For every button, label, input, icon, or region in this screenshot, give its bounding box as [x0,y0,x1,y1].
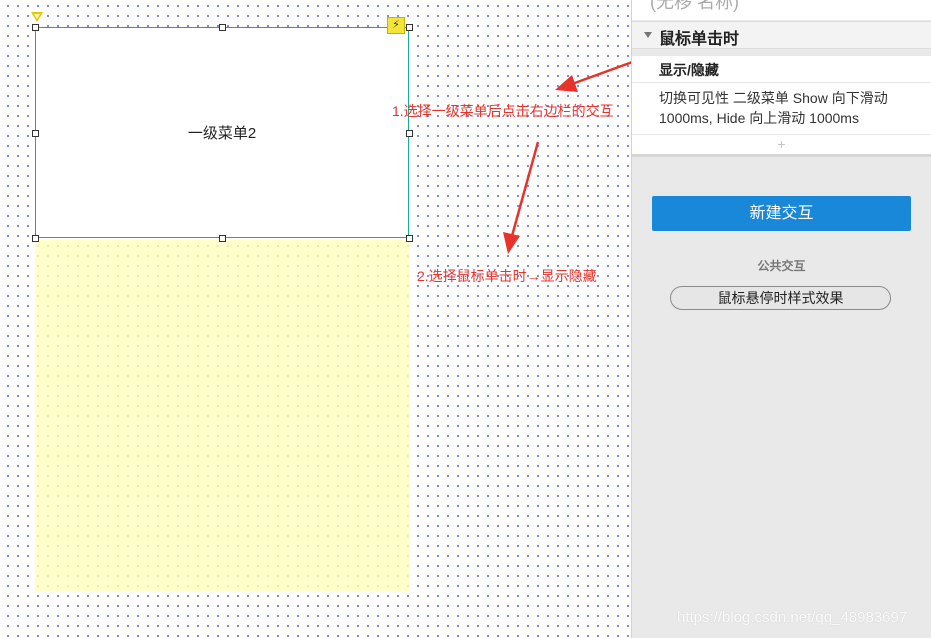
resize-handle-b[interactable] [219,235,226,242]
annotation-step2: 2.选择鼠标单击时→显示隐藏 [417,268,597,284]
flag-icon [31,12,43,22]
event-onclick-header[interactable]: 鼠标单击时 [632,21,931,49]
resize-handle-l[interactable] [32,130,39,137]
panel-divider [632,154,931,157]
resize-handle-t[interactable] [219,24,226,31]
plus-icon[interactable]: + [777,136,785,152]
common-interaction-label: 公共交互 [757,259,806,273]
panel-header-cut: (无移 名称) [632,0,931,20]
action-detail[interactable]: 切换可见性 二级菜单 Show 向下滑动 1000ms, Hide 向上滑动 1… [659,88,921,128]
dynamic-panel-area[interactable] [35,239,409,591]
interaction-panel: (无移 名称) 鼠标单击时 显示/隐藏 切换可见性 二级菜单 Show 向下滑动… [631,0,931,638]
new-interaction-button[interactable]: 新建交互 [652,196,911,231]
design-canvas[interactable]: 一级菜单2 ⚡ [0,0,632,638]
hover-style-button[interactable]: 鼠标悬停时样式效果 [670,286,891,310]
watermark: https://blog.csdn.net/qq_48983697 [677,609,908,626]
case-block[interactable]: 显示/隐藏 切换可见性 二级菜单 Show 向下滑动 1000ms, Hide … [632,56,931,134]
lightning-icon[interactable]: ⚡ [387,17,405,34]
caret-down-icon[interactable] [644,32,652,38]
resize-handle-tl[interactable] [32,24,39,31]
widget-name-cut: (无移 名称) [650,0,739,12]
annotation-step1: 1.选择一级菜单后点击右边栏的交互 [392,103,614,119]
menu-box-level1[interactable]: 一级菜单2 [35,27,409,238]
menu-box-label: 一级菜单2 [187,125,257,142]
resize-handle-bl[interactable] [32,235,39,242]
resize-handle-br[interactable] [406,235,413,242]
resize-handle-r[interactable] [406,130,413,137]
add-action-row[interactable]: + [632,134,931,154]
event-title: 鼠标单击时 [659,31,740,48]
action-label: 显示/隐藏 [659,62,719,78]
case-divider [632,82,931,83]
resize-handle-tr[interactable] [406,24,413,31]
